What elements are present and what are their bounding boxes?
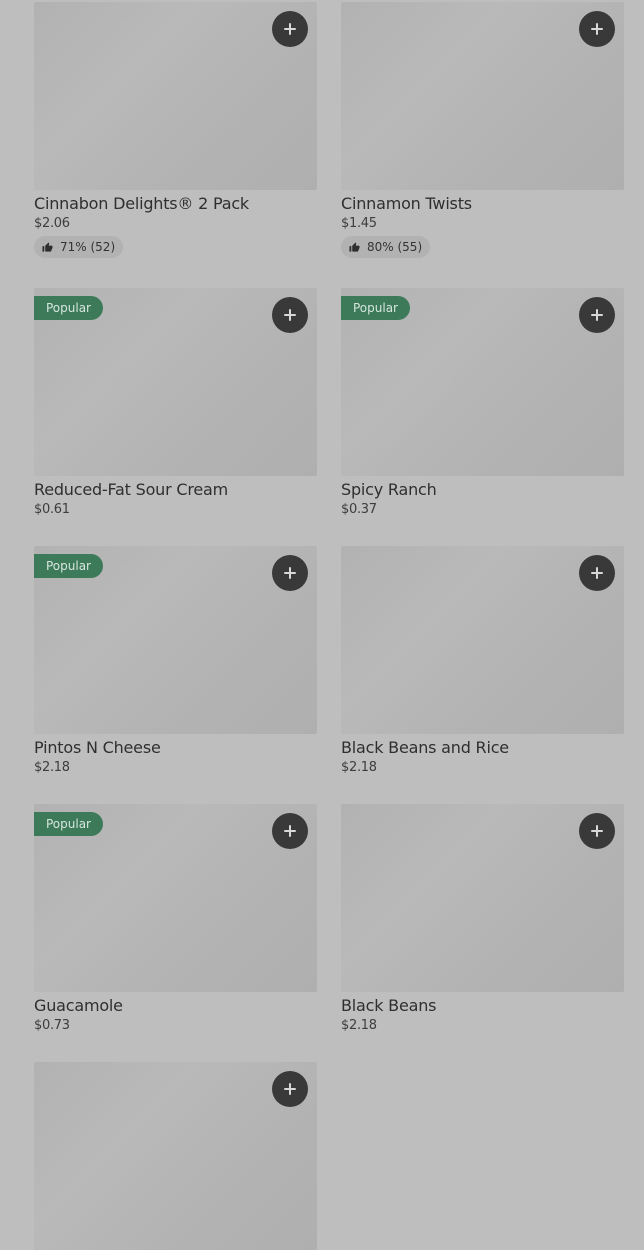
add-item-button[interactable] [272, 11, 308, 47]
plus-icon [284, 309, 296, 321]
add-item-button[interactable] [272, 813, 308, 849]
plus-icon [591, 567, 603, 579]
menu-item-card[interactable]: Popular Spicy Ranch $0.37 [341, 288, 624, 517]
item-price: $2.18 [34, 760, 70, 775]
add-item-button[interactable] [579, 555, 615, 591]
item-name[interactable]: Black Beans and Rice [341, 738, 624, 757]
item-image[interactable] [341, 2, 624, 190]
item-price: $2.18 [341, 760, 377, 775]
item-name[interactable]: Cinnamon Twists [341, 194, 624, 213]
add-item-button[interactable] [579, 11, 615, 47]
item-price: $2.06 [34, 216, 70, 231]
item-image[interactable] [341, 804, 624, 992]
item-name[interactable]: Guacamole [34, 996, 317, 1015]
rating-text: 80% (55) [367, 240, 423, 254]
plus-icon [591, 825, 603, 837]
item-name[interactable]: Spicy Ranch [341, 480, 624, 499]
add-item-button[interactable] [272, 297, 308, 333]
item-name[interactable]: Reduced-Fat Sour Cream [34, 480, 317, 499]
plus-icon [284, 825, 296, 837]
menu-item-card[interactable]: Popular Pintos N Cheese $2.18 [34, 546, 317, 775]
rating-badge: 80% (55) [341, 236, 431, 258]
item-price: $0.37 [341, 502, 377, 517]
menu-item-card[interactable]: Popular Reduced-Fat Sour Cream $0.61 [34, 288, 317, 517]
item-image[interactable] [341, 546, 624, 734]
item-name[interactable]: Cinnabon Delights® 2 Pack [34, 194, 317, 213]
item-image[interactable] [34, 2, 317, 190]
item-name[interactable]: Black Beans [341, 996, 624, 1015]
popular-badge: Popular [34, 554, 103, 578]
menu-item-card[interactable] [34, 1062, 317, 1250]
plus-icon [591, 23, 603, 35]
add-item-button[interactable] [579, 297, 615, 333]
item-price: $2.18 [341, 1018, 377, 1033]
item-image[interactable]: Popular [341, 288, 624, 476]
plus-icon [284, 1083, 296, 1095]
item-price: $1.45 [341, 216, 377, 231]
item-name[interactable]: Pintos N Cheese [34, 738, 317, 757]
menu-item-card[interactable]: Black Beans and Rice $2.18 [341, 546, 624, 775]
menu-item-card[interactable]: Cinnabon Delights® 2 Pack $2.06 71% (52) [34, 2, 317, 258]
item-price: $0.73 [34, 1018, 70, 1033]
rating-text: 71% (52) [60, 240, 116, 254]
item-image[interactable]: Popular [34, 804, 317, 992]
add-item-button[interactable] [272, 1071, 308, 1107]
menu-item-card[interactable]: Cinnamon Twists $1.45 80% (55) [341, 2, 624, 258]
menu-item-card[interactable]: Popular Guacamole $0.73 [34, 804, 317, 1033]
item-image[interactable]: Popular [34, 288, 317, 476]
plus-icon [591, 309, 603, 321]
popular-badge: Popular [34, 296, 103, 320]
menu-item-card[interactable]: Black Beans $2.18 [341, 804, 624, 1033]
plus-icon [284, 23, 296, 35]
item-image[interactable] [34, 1062, 317, 1250]
add-item-button[interactable] [272, 555, 308, 591]
rating-badge: 71% (52) [34, 236, 124, 258]
plus-icon [284, 567, 296, 579]
item-image[interactable]: Popular [34, 546, 317, 734]
popular-badge: Popular [34, 812, 103, 836]
add-item-button[interactable] [579, 813, 615, 849]
thumbs-up-icon [42, 241, 53, 253]
thumbs-up-icon [349, 241, 360, 253]
item-price: $0.61 [34, 502, 70, 517]
popular-badge: Popular [341, 296, 410, 320]
